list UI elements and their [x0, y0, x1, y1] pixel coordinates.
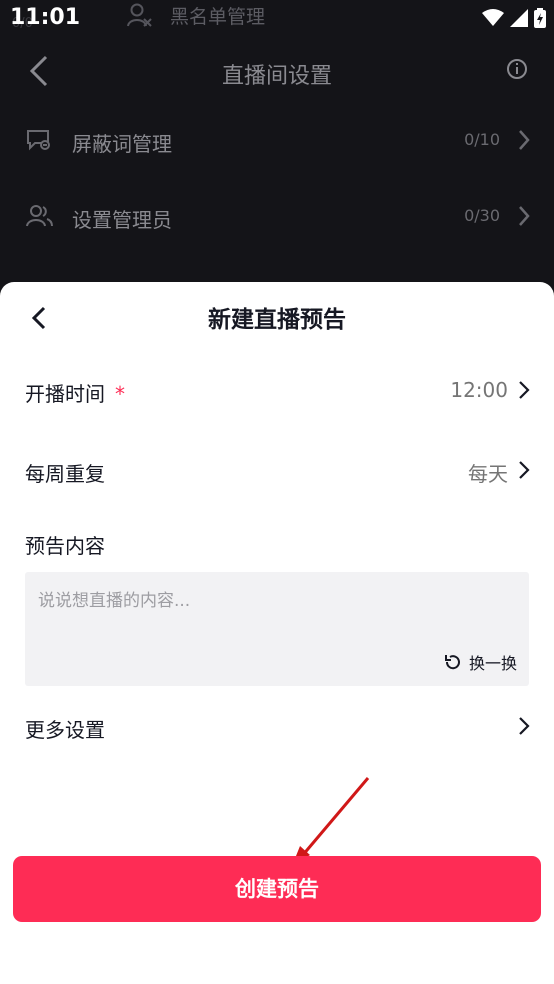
- refresh-label: 换一换: [468, 654, 517, 673]
- info-icon[interactable]: [506, 58, 528, 84]
- settings-header: 直播间设置: [0, 52, 554, 92]
- settings-row-blocked-words[interactable]: 屏蔽词管理 0/10: [0, 116, 554, 166]
- blocked-user-icon: [126, 2, 154, 32]
- blacklist-label: 黑名单管理: [170, 6, 266, 28]
- chevron-right-icon: [518, 205, 530, 231]
- blocked-words-icon: [26, 128, 52, 156]
- settings-row-label: 设置管理员: [72, 208, 172, 232]
- signal-icon: [510, 9, 528, 27]
- more-settings-label: 更多设置: [25, 718, 105, 742]
- settings-row-count: 0/30: [464, 206, 500, 225]
- sheet-title: 新建直播预告: [208, 307, 346, 333]
- weekly-repeat-value: 每天: [468, 462, 508, 486]
- more-settings-row[interactable]: 更多设置: [0, 702, 554, 752]
- settings-title: 直播间设置: [221, 64, 332, 89]
- required-mark: *: [115, 382, 125, 406]
- status-bar: 0/0 黑名单管理 11:01: [0, 0, 554, 38]
- chevron-right-icon: [518, 460, 530, 484]
- settings-row-admins[interactable]: 设置管理员 0/30: [0, 192, 554, 242]
- new-live-preview-sheet: 新建直播预告 开播时间 * 12:00 每周重复 每天 预告内容 说说想直播的内容…: [0, 282, 554, 984]
- content-placeholder: 说说想直播的内容...: [38, 591, 191, 611]
- start-time-label: 开播时间 *: [25, 382, 125, 406]
- start-time-value: 12:00: [450, 378, 508, 402]
- create-preview-button[interactable]: 创建预告: [13, 856, 541, 922]
- content-input[interactable]: 说说想直播的内容... 换一换: [25, 572, 529, 686]
- refresh-icon: [444, 655, 460, 670]
- status-time: 11:01: [10, 5, 81, 30]
- status-icons: [482, 8, 546, 28]
- settings-row-count: 0/10: [464, 130, 500, 149]
- content-label: 预告内容: [25, 534, 105, 558]
- wifi-icon: [482, 9, 504, 26]
- battery-icon: [534, 8, 546, 28]
- start-time-row[interactable]: 开播时间 * 12:00: [0, 366, 554, 416]
- chevron-right-icon: [518, 380, 530, 404]
- refresh-button[interactable]: 换一换: [443, 650, 517, 674]
- weekly-repeat-row[interactable]: 每周重复 每天: [0, 446, 554, 496]
- chevron-right-icon: [518, 129, 530, 155]
- settings-row-label: 屏蔽词管理: [72, 132, 172, 156]
- admins-icon: [26, 204, 54, 232]
- weekly-repeat-label: 每周重复: [25, 462, 105, 486]
- chevron-right-icon: [518, 716, 530, 740]
